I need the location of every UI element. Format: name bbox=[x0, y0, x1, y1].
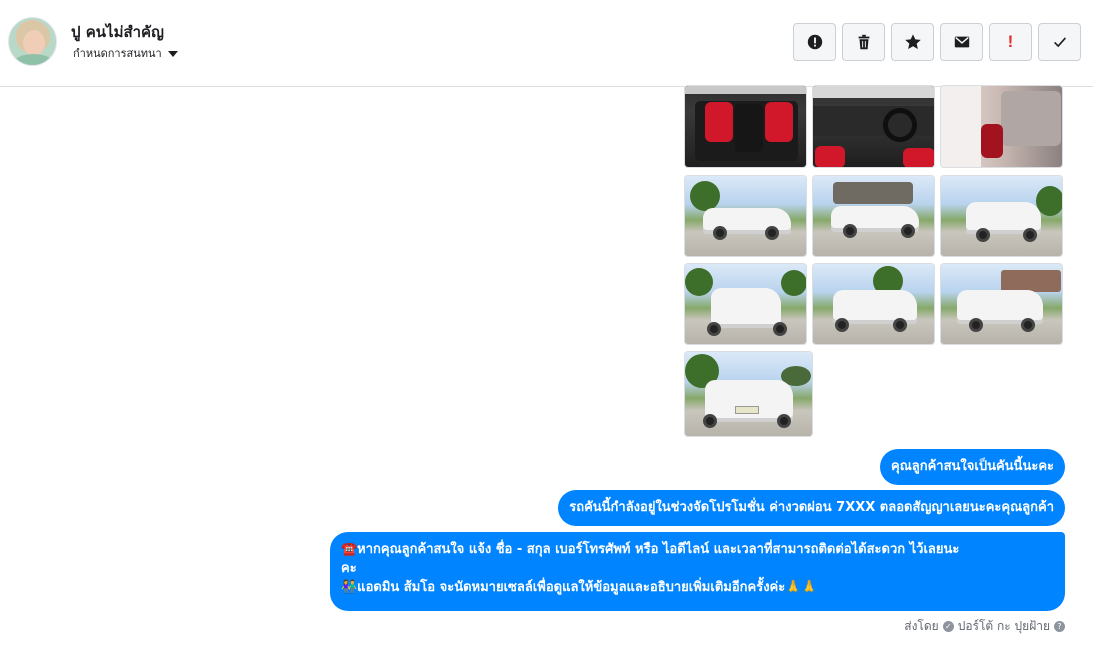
photo-exterior-side[interactable] bbox=[684, 175, 807, 257]
photo-interior-door[interactable] bbox=[940, 85, 1063, 168]
message-bubble[interactable]: รถคันนี้กำลังอยู่ในช่วงจัดโปรโมชั่น ค่าง… bbox=[558, 490, 1065, 526]
conversation-status-dropdown[interactable]: กำหนดการสนทนา bbox=[73, 44, 178, 62]
sent-by-label: ส่งโดย bbox=[904, 619, 939, 633]
photo-exterior-front-left[interactable] bbox=[812, 175, 935, 257]
message-bubble[interactable]: ☎️หากคุณลูกค้าสนใจ แจ้ง ชื่อ - สกุล เบอร… bbox=[330, 532, 1065, 611]
star-button[interactable] bbox=[891, 23, 934, 61]
report-button[interactable] bbox=[793, 23, 836, 61]
exclamation-icon: ! bbox=[1007, 32, 1014, 51]
follow-up-button[interactable]: ! bbox=[989, 23, 1032, 61]
contact-name[interactable]: ปู คนไม่สำคัญ bbox=[71, 20, 164, 44]
mark-unread-button[interactable] bbox=[940, 23, 983, 61]
photo-exterior-rear[interactable] bbox=[684, 263, 807, 345]
trash-icon bbox=[858, 34, 869, 50]
photo-exterior-front[interactable] bbox=[684, 351, 813, 437]
help-icon[interactable]: ? bbox=[1054, 621, 1065, 632]
message-bubble[interactable]: คุณลูกค้าสนใจเป็นคันนี้นะคะ bbox=[880, 449, 1065, 485]
star-icon bbox=[904, 34, 921, 50]
message-line: ☎️หากคุณลูกค้าสนใจ แจ้ง ชื่อ - สกุล เบอร… bbox=[341, 542, 960, 557]
envelope-icon bbox=[954, 36, 969, 48]
status-label: กำหนดการสนทนา bbox=[73, 47, 162, 60]
avatar[interactable] bbox=[8, 17, 57, 66]
checkmark-icon bbox=[1053, 37, 1066, 48]
photo-exterior-rear-right[interactable] bbox=[940, 175, 1063, 257]
conversation-header: ปู คนไม่สำคัญ กำหนดการสนทนา ! bbox=[0, 0, 1093, 87]
message-line: คะ bbox=[341, 561, 357, 576]
sender-name: ปอร์โต้ กะ ปุยฝ้าย bbox=[957, 619, 1050, 633]
photo-interior-dashboard[interactable] bbox=[812, 85, 935, 168]
photo-interior-rear-seats[interactable] bbox=[684, 85, 807, 168]
mark-done-button[interactable] bbox=[1038, 23, 1081, 61]
photo-exterior-front-right[interactable] bbox=[940, 263, 1063, 345]
alert-circle-icon bbox=[807, 34, 822, 50]
message-line: 👫แอดมิน ส้มโอ จะนัดหมายเซลล์เพื่อดูแลให้… bbox=[341, 580, 818, 595]
delete-button[interactable] bbox=[842, 23, 885, 61]
verified-icon: ✓ bbox=[942, 621, 954, 632]
sent-by-row: ส่งโดย ✓ ปอร์โต้ กะ ปุยฝ้าย ? bbox=[904, 617, 1065, 636]
photo-exterior-rear-left[interactable] bbox=[812, 263, 935, 345]
toolbar: ! bbox=[793, 23, 1081, 61]
caret-down-icon bbox=[167, 50, 178, 57]
